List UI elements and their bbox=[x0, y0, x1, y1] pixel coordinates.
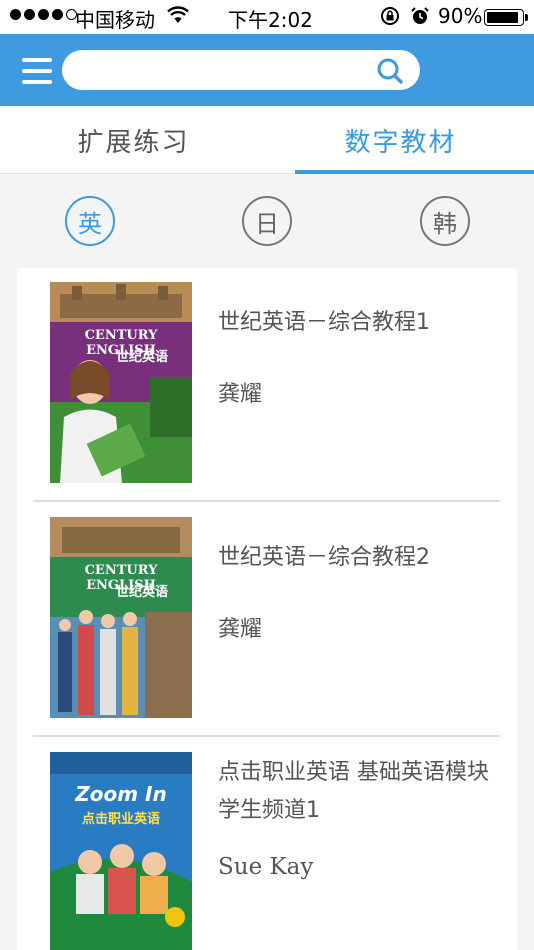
book-author: 龚耀 bbox=[218, 382, 263, 407]
book-title: 点击职业英语 基础英语模块 学生频道1 bbox=[218, 760, 489, 823]
cover-subtitle: 点击职业英语 bbox=[81, 812, 160, 827]
signal-strength-icon bbox=[10, 9, 77, 20]
active-tab-indicator bbox=[295, 170, 534, 174]
book-cover[interactable]: CENTURY ENGLISH 世纪英语 bbox=[50, 282, 192, 483]
divider bbox=[33, 500, 500, 502]
app-header bbox=[0, 34, 534, 106]
book-cover[interactable]: CENTURY ENGLISH 世纪英语 bbox=[50, 517, 192, 718]
language-filter: 英 日 韩 bbox=[0, 196, 534, 248]
list-item[interactable]: CENTURY ENGLISH 世纪英语 世纪英语－综合教程1 龚耀 bbox=[17, 268, 517, 503]
book-title: 世纪英语－综合教程1 bbox=[218, 310, 430, 335]
list-item[interactable]: CENTURY ENGLISH 世纪英语 世纪英语－综合教程2 龚耀 bbox=[17, 503, 517, 738]
status-bar: 中国移动 下午2:02 90% bbox=[0, 0, 534, 34]
tab-bar: 扩展练习 数字教材 bbox=[0, 106, 534, 174]
battery-percentage: 90% bbox=[438, 4, 483, 28]
book-author: 龚耀 bbox=[218, 617, 263, 642]
search-icon[interactable] bbox=[375, 56, 405, 86]
divider bbox=[33, 735, 500, 737]
search-input[interactable] bbox=[76, 50, 366, 90]
status-time: 下午2:02 bbox=[228, 8, 313, 32]
tab-extended-practice[interactable]: 扩展练习 bbox=[0, 106, 267, 174]
alarm-icon bbox=[411, 7, 429, 24]
rotation-lock-icon bbox=[381, 7, 399, 25]
carrier-name: 中国移动 bbox=[75, 8, 155, 32]
cover-subtitle: 世纪英语 bbox=[116, 350, 169, 365]
cover-title: Zoom In bbox=[75, 782, 167, 806]
tab-digital-textbooks[interactable]: 数字教材 bbox=[267, 106, 534, 174]
list-item[interactable]: Zoom In 点击职业英语 点击职业英语 基础英语模块 学生频道1 Sue K… bbox=[17, 738, 517, 950]
wifi-icon bbox=[167, 6, 189, 23]
menu-icon[interactable] bbox=[22, 58, 52, 84]
language-japanese-button[interactable]: 日 bbox=[242, 196, 292, 246]
book-list: CENTURY ENGLISH 世纪英语 世纪英语－综合教程1 龚耀 CENTU… bbox=[17, 268, 517, 950]
battery-icon bbox=[484, 9, 524, 26]
cover-subtitle: 世纪英语 bbox=[116, 585, 169, 600]
language-korean-button[interactable]: 韩 bbox=[420, 196, 470, 246]
book-title: 世纪英语－综合教程2 bbox=[218, 545, 430, 570]
search-bar[interactable] bbox=[62, 50, 420, 90]
book-author: Sue Kay bbox=[218, 854, 314, 880]
language-english-button[interactable]: 英 bbox=[65, 196, 115, 246]
book-cover[interactable]: Zoom In 点击职业英语 bbox=[50, 752, 192, 950]
